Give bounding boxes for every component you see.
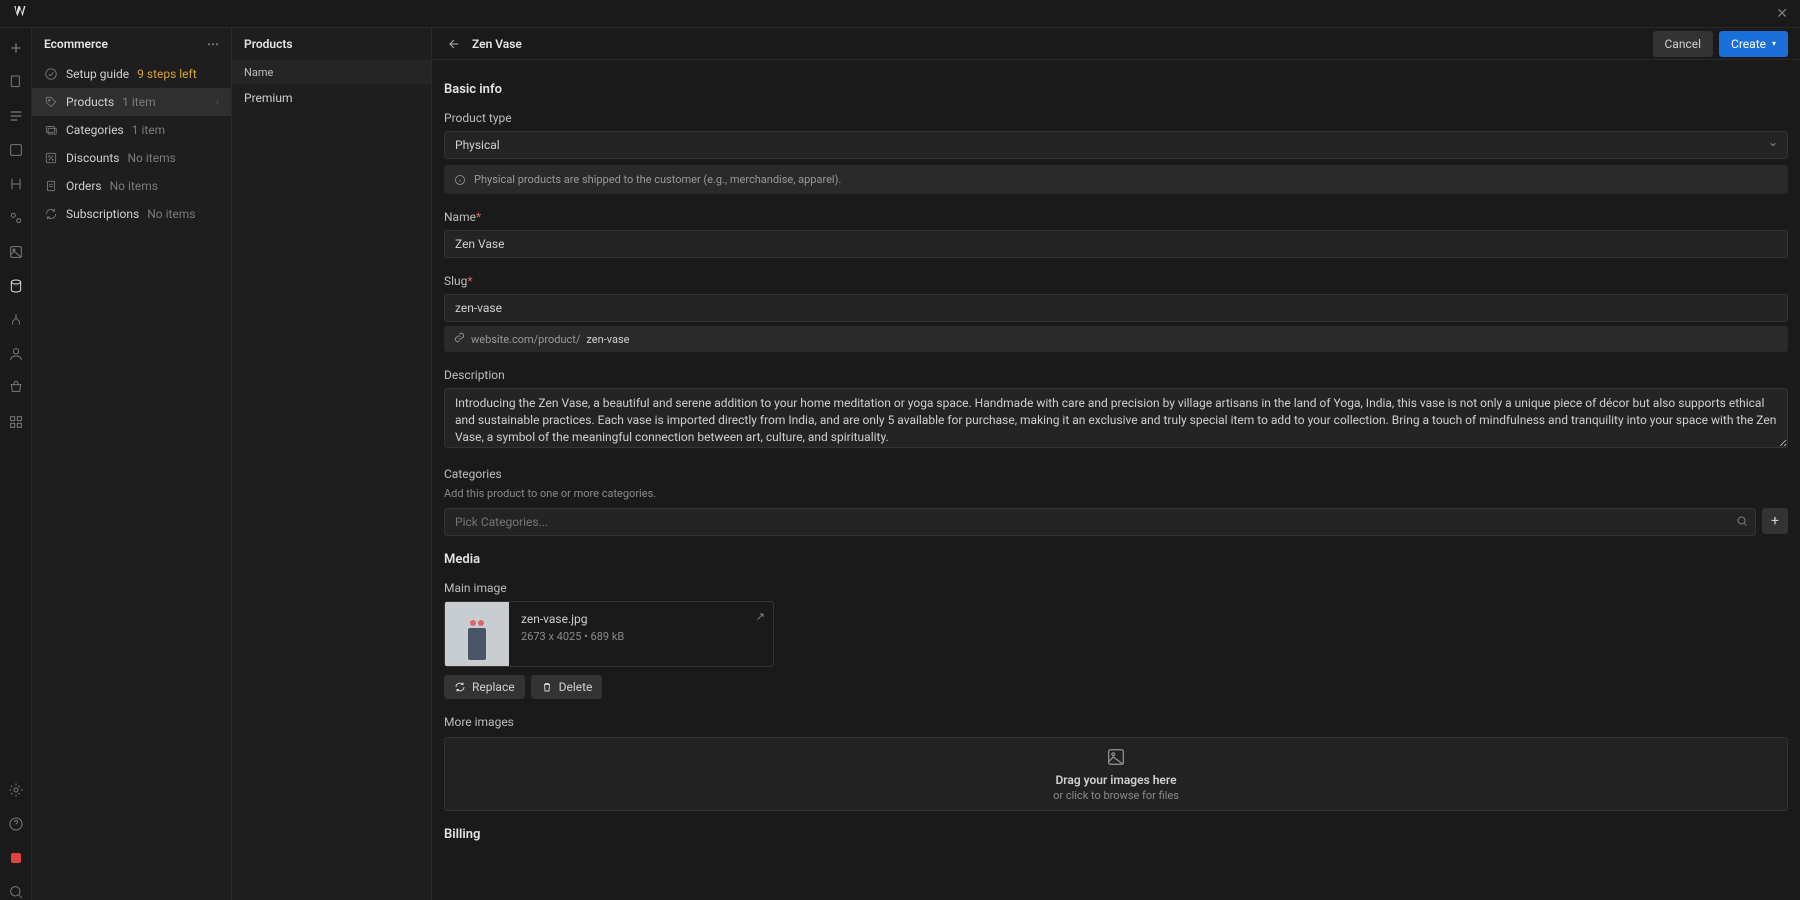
more-images-dropzone[interactable]: Drag your images here or click to browse… [444,737,1788,811]
name-input[interactable] [444,230,1788,258]
sidebar-item-setup-guide[interactable]: Setup guide 9 steps left [32,60,231,88]
assets-icon[interactable] [8,244,24,260]
styles-icon[interactable] [8,210,24,226]
panel-title: Ecommerce [44,37,108,51]
chevron-right-icon: › [216,97,219,108]
help-icon[interactable] [8,816,24,832]
name-label: Name* [444,210,1788,224]
search-icon [1736,515,1748,530]
product-type-info: Physical products are shipped to the cus… [444,165,1788,194]
back-button[interactable] [444,34,464,54]
image-icon [1105,746,1127,771]
ecommerce-icon[interactable] [8,380,24,396]
more-images-label: More images [444,715,1788,729]
ecommerce-panel: Ecommerce ⋯ Setup guide 9 steps left Pro… [32,28,232,900]
categories-sub: Add this product to one or more categori… [444,487,1788,500]
expand-icon[interactable]: ↗ [756,610,765,623]
percent-icon [44,151,58,165]
more-icon[interactable]: ⋯ [207,37,219,51]
products-panel: Products Name Premium [232,28,432,900]
pages-icon[interactable] [8,74,24,90]
delete-button[interactable]: Delete [531,675,603,699]
logic-icon[interactable] [8,312,24,328]
receipt-icon [44,179,58,193]
components-icon[interactable] [8,142,24,158]
cms-icon[interactable] [8,278,24,294]
product-row[interactable]: Premium [232,84,431,112]
slug-url-preview: website.com/product/zen-vase [444,326,1788,352]
column-header: Name [232,60,431,84]
sidebar-item-categories[interactable]: Categories 1 item [32,116,231,144]
check-circle-icon [44,67,58,81]
chevron-down-icon: ▾ [1772,39,1776,48]
slug-input[interactable] [444,294,1788,322]
video-icon[interactable] [8,850,24,866]
sidebar-item-products[interactable]: Products 1 item › [32,88,231,116]
settings-icon[interactable] [8,782,24,798]
link-icon [454,332,465,346]
product-type-label: Product type [444,111,1788,125]
image-filename: zen-vase.jpg [521,612,761,626]
search-icon[interactable] [8,884,24,900]
product-type-select[interactable]: Physical [444,131,1788,159]
main-image-card: zen-vase.jpg 2673 x 4025 • 689 kB ↗ [444,601,774,667]
description-label: Description [444,368,1788,382]
left-rail [0,28,32,900]
sidebar-item-subscriptions[interactable]: Subscriptions No items [32,200,231,228]
add-category-button[interactable]: + [1762,508,1788,534]
navigator-icon[interactable] [8,108,24,124]
users-icon[interactable] [8,346,24,362]
image-thumbnail[interactable] [445,602,509,666]
create-button[interactable]: Create▾ [1719,31,1788,57]
categories-label: Categories [444,467,1788,481]
image-dimensions: 2673 x 4025 • 689 kB [521,630,761,643]
section-billing: Billing [444,827,1788,842]
section-media: Media [444,552,1788,567]
folders-icon [44,123,58,137]
page-title: Zen Vase [472,37,522,51]
apps-icon[interactable] [8,414,24,430]
info-icon [454,174,466,186]
slug-label: Slug* [444,274,1788,288]
section-basic-info: Basic info [444,82,1788,97]
categories-input[interactable] [444,508,1756,536]
variables-icon[interactable] [8,176,24,192]
sidebar-item-orders[interactable]: Orders No items [32,172,231,200]
close-icon[interactable]: ✕ [1776,6,1788,22]
refresh-icon [44,207,58,221]
panel-title: Products [244,37,293,51]
replace-button[interactable]: Replace [444,675,525,699]
description-input[interactable]: Introducing the Zen Vase, a beautiful an… [444,388,1788,448]
main-content: Zen Vase Cancel Create▾ Basic info Produ… [432,28,1800,900]
sidebar-item-discounts[interactable]: Discounts No items [32,144,231,172]
app-logo[interactable] [12,3,30,24]
tag-icon [44,95,58,109]
add-icon[interactable] [8,40,24,56]
main-image-label: Main image [444,581,1788,595]
cancel-button[interactable]: Cancel [1653,31,1714,57]
